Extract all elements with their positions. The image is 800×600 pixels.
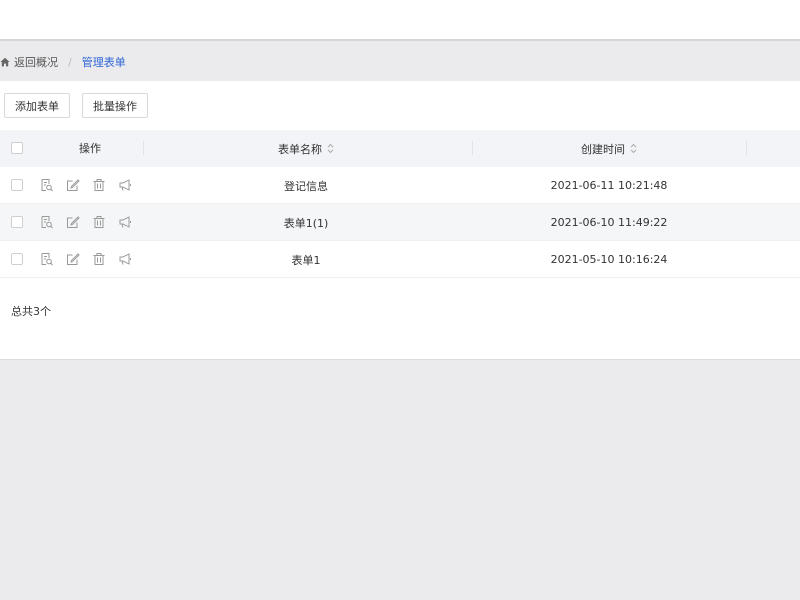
form-name-cell: 表单1 (291, 253, 321, 267)
header-created-time-label: 创建时间 (581, 142, 625, 156)
top-bar (0, 0, 800, 41)
toolbar: 添加表单 批量操作 (4, 93, 148, 118)
preview-icon[interactable] (40, 215, 54, 229)
batch-operation-button[interactable]: 批量操作 (82, 93, 148, 118)
breadcrumb: 返回概况 / 管理表单 (0, 43, 800, 81)
row-actions (40, 215, 132, 229)
trash-icon[interactable] (92, 215, 106, 229)
table-row: 表单1(1) 2021-06-10 11:49:22 (0, 204, 800, 241)
trash-icon[interactable] (92, 252, 106, 266)
main-panel: 添加表单 批量操作 操作 表单名称 创建时间 登记信息 2021-06-11 1… (0, 81, 800, 360)
header-ops: 操作 (79, 142, 101, 155)
table-header: 操作 表单名称 创建时间 (0, 130, 800, 167)
row-checkbox[interactable] (11, 216, 23, 228)
form-name-cell: 登记信息 (284, 179, 328, 193)
megaphone-icon[interactable] (118, 215, 132, 229)
row-actions (40, 178, 132, 192)
header-created-time[interactable]: 创建时间 (472, 130, 746, 167)
total-count: 总共3个 (11, 305, 51, 318)
edit-icon[interactable] (66, 252, 80, 266)
table-row: 表单1 2021-05-10 10:16:24 (0, 241, 800, 278)
row-checkbox[interactable] (11, 179, 23, 191)
breadcrumb-home-link[interactable]: 返回概况 (0, 54, 58, 70)
form-name-cell: 表单1(1) (283, 216, 329, 230)
column-divider (746, 141, 747, 155)
forms-table: 操作 表单名称 创建时间 登记信息 2021-06-11 10:21:48 表单… (0, 130, 800, 278)
sort-icon[interactable] (630, 143, 637, 154)
sort-icon[interactable] (327, 143, 334, 154)
row-actions (40, 252, 132, 266)
add-form-button[interactable]: 添加表单 (4, 93, 70, 118)
row-checkbox[interactable] (11, 253, 23, 265)
home-icon (0, 57, 10, 67)
header-form-name[interactable]: 表单名称 (140, 130, 472, 167)
megaphone-icon[interactable] (118, 252, 132, 266)
breadcrumb-current: 管理表单 (81, 56, 126, 69)
preview-icon[interactable] (40, 252, 54, 266)
edit-icon[interactable] (66, 215, 80, 229)
header-form-name-label: 表单名称 (278, 142, 322, 156)
preview-icon[interactable] (40, 178, 54, 192)
breadcrumb-separator: / (68, 55, 72, 69)
trash-icon[interactable] (92, 178, 106, 192)
edit-icon[interactable] (66, 178, 80, 192)
created-time-cell: 2021-06-10 11:49:22 (550, 216, 668, 229)
select-all-checkbox[interactable] (11, 142, 23, 154)
breadcrumb-home-label: 返回概况 (14, 56, 58, 69)
megaphone-icon[interactable] (118, 178, 132, 192)
table-row: 登记信息 2021-06-11 10:21:48 (0, 167, 800, 204)
created-time-cell: 2021-05-10 10:16:24 (550, 253, 668, 266)
created-time-cell: 2021-06-11 10:21:48 (550, 179, 668, 192)
